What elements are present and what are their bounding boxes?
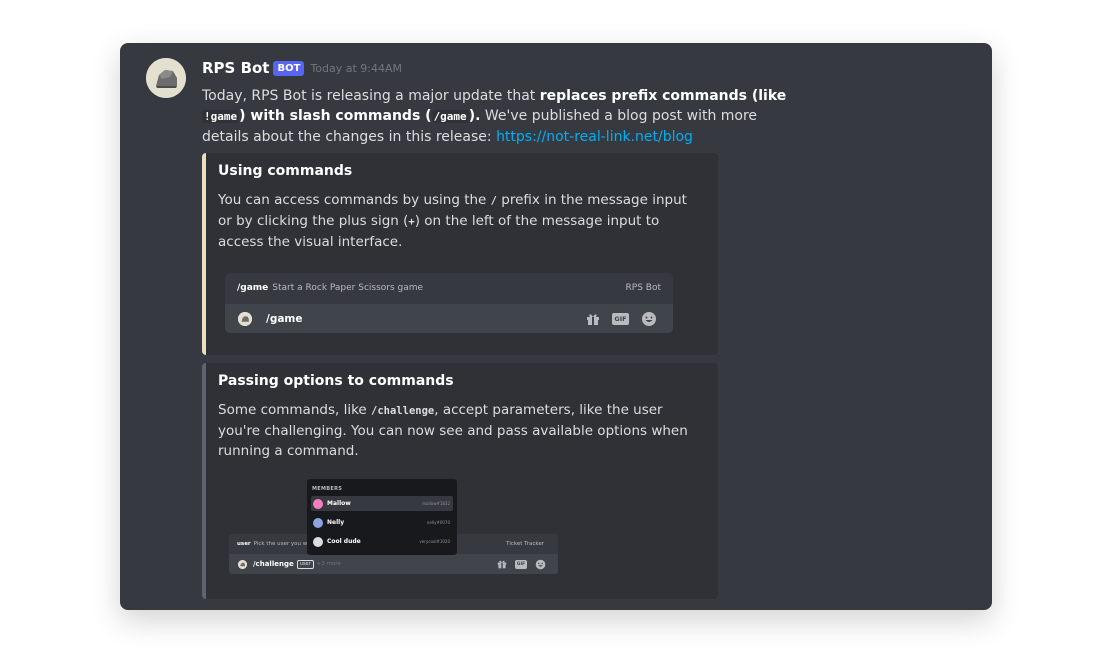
- command-name: /game: [237, 283, 269, 293]
- gif-icon: GIF: [515, 559, 527, 569]
- embed-using-commands: Using commands You can access commands b…: [202, 153, 718, 355]
- bot-tag-badge: BOT: [273, 60, 305, 76]
- bot-avatar-small: [238, 559, 247, 569]
- blog-link[interactable]: https://not-real-link.net/blog: [496, 129, 693, 145]
- members-header: MEMBERS: [312, 486, 343, 492]
- member-tag: verycool#1020: [419, 539, 450, 544]
- input-icons: GIF: [586, 311, 657, 327]
- right-label: Ticket Tracker: [506, 541, 544, 547]
- inline-code-slash-command: /game: [431, 110, 469, 123]
- gift-icon: [497, 559, 507, 569]
- embed-accent-bar: [202, 153, 206, 355]
- bold-text-part: ).: [468, 108, 481, 124]
- message-input-preview: /challenge user +3 more GIF: [229, 554, 558, 574]
- author-name[interactable]: RPS Bot: [202, 59, 269, 77]
- slash-command-preview: /game Start a Rock Paper Scissors game R…: [225, 273, 673, 333]
- emoji-icon: [535, 559, 546, 570]
- member-name: Cool dude: [327, 538, 361, 545]
- members-popup: MEMBERS Mallow mallow#1832 Nelly nelly#0…: [307, 479, 457, 555]
- member-avatar: [313, 517, 323, 528]
- embed-passing-options: Passing options to commands Some command…: [202, 363, 718, 599]
- command-suggestion[interactable]: /game Start a Rock Paper Scissors game R…: [237, 273, 661, 303]
- embed-description: You can access commands by using the / p…: [218, 190, 698, 252]
- bot-avatar[interactable]: [146, 58, 186, 98]
- member-row-cool-dude[interactable]: Cool dude verycool#1020: [311, 534, 453, 549]
- option-name: user: [237, 541, 251, 547]
- more-options: +3 more: [316, 561, 341, 567]
- message-header: RPS Bot BOT Today at 9:44AM: [202, 58, 402, 78]
- emoji-icon: [641, 311, 657, 327]
- member-row-mallow[interactable]: Mallow mallow#1832: [311, 496, 453, 511]
- option-chip[interactable]: user: [296, 559, 314, 569]
- bold-text-part: replaces prefix commands (like: [539, 88, 787, 104]
- inline-code-prefix-command: !game: [202, 110, 240, 123]
- bold-text-part: ) with slash commands (: [239, 108, 432, 124]
- message-content: Today, RPS Bot is releasing a major upda…: [202, 86, 802, 147]
- member-name: Nelly: [327, 519, 345, 526]
- desc-text: You can access commands by using the: [218, 192, 491, 208]
- desc-code: /challenge: [371, 405, 435, 417]
- embed-description: Some commands, like /challenge, accept p…: [218, 400, 698, 461]
- member-tag: nelly#0070: [426, 520, 450, 525]
- input-command-text: /game: [266, 312, 303, 325]
- member-row-nelly[interactable]: Nelly nelly#0070: [311, 515, 453, 530]
- command-description: Start a Rock Paper Scissors game: [272, 283, 424, 293]
- member-tag: mallow#1832: [422, 501, 450, 506]
- member-name: Mallow: [327, 500, 351, 507]
- gif-icon: GIF: [612, 312, 629, 325]
- embed-title: Using commands: [218, 163, 353, 179]
- input-command-text: /challenge: [253, 560, 294, 568]
- input-icons: GIF: [497, 559, 546, 570]
- option-description: Pick the user you w: [253, 541, 308, 547]
- embed-title: Passing options to commands: [218, 373, 454, 389]
- member-avatar: [313, 498, 323, 509]
- desc-text: Some commands, like: [218, 402, 372, 418]
- member-avatar: [313, 536, 323, 547]
- message-input-preview: /game GIF: [225, 304, 673, 333]
- bot-avatar-small: [238, 311, 252, 326]
- message-text: Today, RPS Bot is releasing a major upda…: [202, 88, 540, 104]
- message-timestamp: Today at 9:44AM: [310, 61, 403, 75]
- command-app-name: RPS Bot: [625, 283, 661, 293]
- chat-window: RPS Bot BOT Today at 9:44AM Today, RPS B…: [120, 43, 992, 610]
- embed-accent-bar: [202, 363, 206, 599]
- gift-icon: [586, 312, 600, 326]
